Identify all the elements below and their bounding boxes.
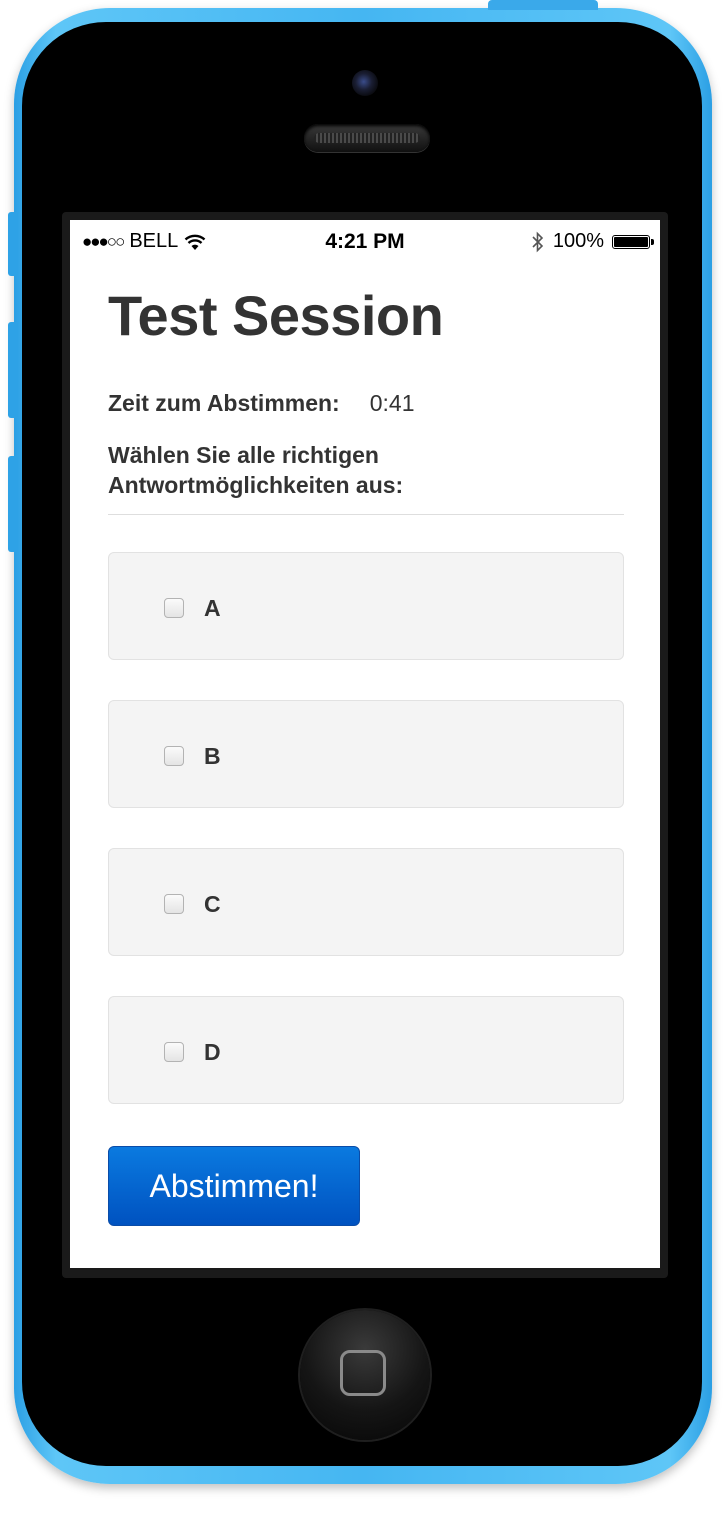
earpiece-speaker xyxy=(304,124,430,152)
home-square-icon xyxy=(340,1350,386,1396)
timer-value: 0:41 xyxy=(369,390,415,416)
option-label: A xyxy=(204,595,221,621)
checkbox[interactable] xyxy=(164,598,184,618)
mute-switch xyxy=(8,212,18,276)
battery-icon xyxy=(612,234,654,249)
answer-options: A B C D xyxy=(108,552,624,1104)
front-camera xyxy=(352,70,378,96)
checkbox[interactable] xyxy=(164,894,184,914)
screen: ●●●○○ BELL 4:21 PM 100% Test Session Zei… xyxy=(70,220,660,1268)
option-b[interactable]: B xyxy=(108,700,624,808)
timer-label: Zeit zum Abstimmen: xyxy=(108,390,340,416)
volume-down-button xyxy=(8,456,18,552)
volume-up-button xyxy=(8,322,18,418)
divider xyxy=(108,514,624,515)
page-title: Test Session xyxy=(108,284,444,347)
option-a[interactable]: A xyxy=(108,552,624,660)
option-d[interactable]: D xyxy=(108,996,624,1104)
status-bar: ●●●○○ BELL 4:21 PM 100% xyxy=(70,220,660,264)
checkbox[interactable] xyxy=(164,1042,184,1062)
battery-percent: 100% xyxy=(552,230,604,252)
bluetooth-icon xyxy=(532,231,543,252)
power-button xyxy=(488,0,598,10)
timer-row: Zeit zum Abstimmen: 0:41 xyxy=(108,390,624,420)
instruction-text: Wählen Sie alle richtigen Antwortmöglich… xyxy=(108,442,404,498)
option-label: C xyxy=(204,891,221,917)
option-label: B xyxy=(204,743,221,769)
option-c[interactable]: C xyxy=(108,848,624,956)
home-button[interactable] xyxy=(300,1310,430,1440)
main-content: Test Session Zeit zum Abstimmen: 0:41 Wä… xyxy=(108,280,624,1226)
checkbox[interactable] xyxy=(164,746,184,766)
option-label: D xyxy=(204,1039,221,1065)
submit-vote-button[interactable]: Abstimmen! xyxy=(108,1146,360,1226)
